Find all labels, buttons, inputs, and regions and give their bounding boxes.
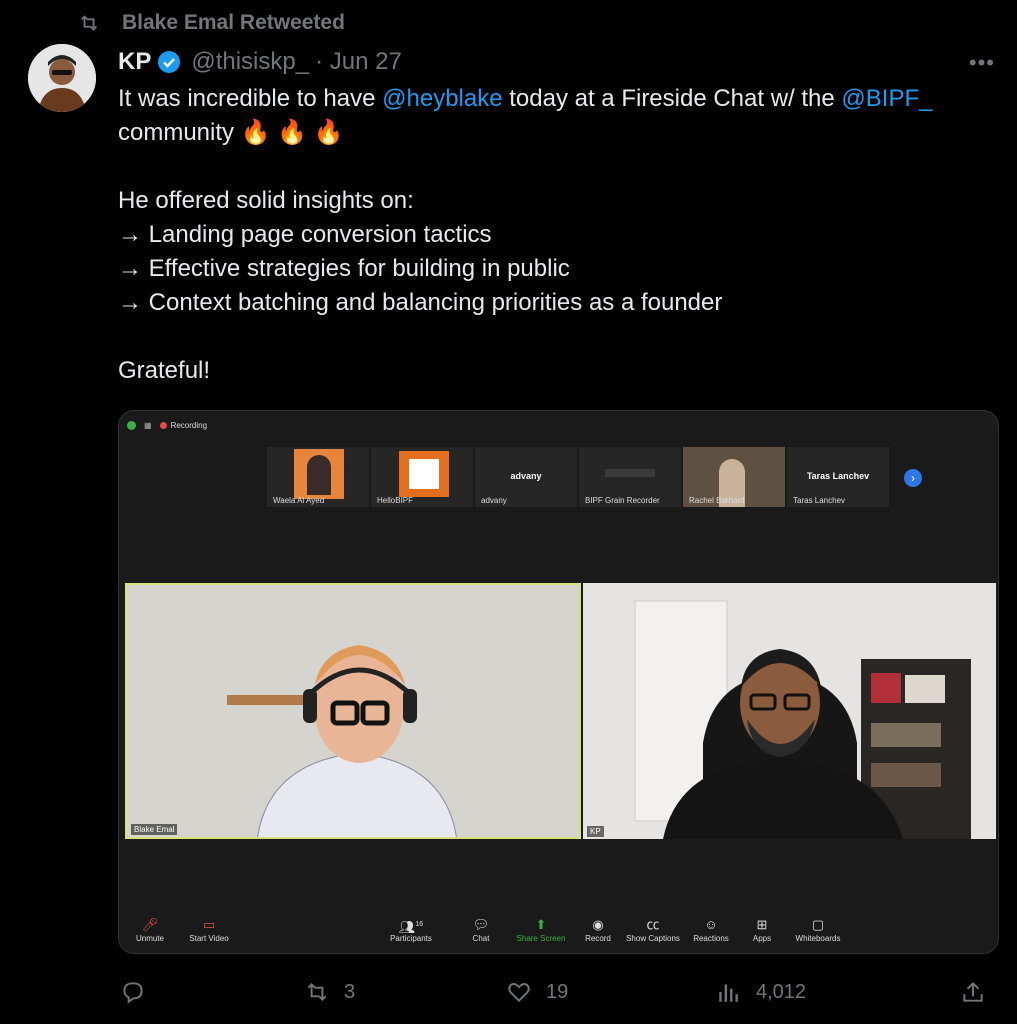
tweet-text-segment: It was incredible to have (118, 85, 383, 112)
reactions-button[interactable]: ☺ Reactions (689, 916, 733, 943)
next-page-icon[interactable]: › (904, 469, 922, 487)
participant-title: advany (510, 471, 542, 481)
grid-icon: ▦ (144, 420, 152, 430)
speaker-name: Blake Emal (131, 824, 178, 835)
toolbar-label: Record (585, 934, 611, 943)
retweet-label: Blake Emal Retweeted (122, 11, 345, 34)
tweet-bullet: → Landing page conversion tactics (118, 221, 492, 248)
reply-icon (123, 982, 143, 1004)
whiteboards-button[interactable]: ▢ Whiteboards (793, 916, 843, 943)
toolbar-label: Start Video (189, 934, 229, 943)
chat-button[interactable]: 💬︎ Chat (467, 916, 495, 943)
participant-thumb: advany advany (475, 447, 577, 507)
share-icon (963, 981, 983, 1002)
verified-badge-icon (158, 51, 181, 73)
participants-count: 16 (415, 921, 424, 928)
participant-name: Waela Al Ayed (273, 496, 325, 505)
tweet-bullet: → Effective strategies for building in p… (118, 255, 570, 282)
author-name[interactable]: KP (118, 48, 151, 76)
retweet-icon (81, 15, 97, 31)
tweet-date[interactable]: · Jun 27 (315, 48, 402, 76)
participant-title: Taras Lanchev (806, 471, 870, 481)
zoom-top-bar: ▦ Recording (127, 417, 207, 433)
captions-icon: ㏄ (646, 917, 660, 932)
toolbar-label: Whiteboards (795, 934, 841, 943)
tweet-line: Grateful! (118, 357, 211, 384)
analytics-icon (719, 984, 738, 1002)
tweet-text-segment: today at a Fireside Chat w/ the (502, 85, 842, 112)
video-tile-left: Blake Emal (125, 583, 581, 839)
recording-label: Recording (170, 420, 208, 430)
participant-thumb: HelloBIPF (371, 447, 473, 507)
mention-link[interactable]: @BIPF_ (841, 85, 932, 112)
record-button[interactable]: ◉ Record (581, 916, 615, 943)
participants-icon: 👥︎ (398, 919, 416, 935)
tweet-line: community 🔥 🔥 🔥 (118, 119, 344, 146)
participant-thumb: Taras Lanchev Taras Lanchev (787, 447, 889, 507)
toolbar-label: Unmute (135, 934, 164, 943)
video-off-icon: ▭ (202, 917, 216, 932)
participant-thumb: Waela Al Ayed (267, 447, 369, 507)
video-tile-right: KP (583, 583, 996, 839)
tweet-bullet: → Context batching and balancing priorit… (118, 289, 723, 316)
like-button[interactable]: 19 (506, 976, 568, 1008)
author-handle[interactable]: @thisiskp_ (191, 48, 309, 76)
toolbar-label: Chat (472, 934, 490, 943)
retweet-icon (307, 983, 327, 1001)
tweet-header: KP @thisiskp_ · Jun 27 (118, 44, 402, 80)
apps-icon: ⊞ (756, 917, 768, 932)
participant-name: advany (481, 496, 507, 505)
participant-name: BIPF Grain Recorder (585, 496, 660, 505)
like-count: 19 (546, 980, 569, 1003)
share-screen-icon: ⬆ (535, 917, 547, 932)
unmute-button[interactable]: 🎤︎ Unmute (133, 916, 167, 943)
tweet-body: It was incredible to have @heyblake toda… (118, 82, 998, 388)
shield-icon (127, 420, 136, 430)
toolbar-label: Share Screen (516, 934, 566, 943)
mic-muted-icon: 🎤︎ (141, 917, 159, 932)
participant-thumb: Rachel Barnard (683, 447, 785, 507)
more-options-icon[interactable]: ••• (969, 50, 995, 76)
tweet-line: He offered solid insights on: (118, 187, 414, 214)
reply-button[interactable] (120, 976, 146, 1008)
share-button[interactable] (960, 976, 986, 1008)
views-button[interactable]: 4,012 (716, 976, 806, 1008)
retweet-count: 3 (344, 980, 356, 1003)
toolbar-label: Show Captions (626, 934, 680, 943)
apps-button[interactable]: ⊞ Apps (749, 916, 775, 943)
participant-thumb: BIPF Grain Recorder (579, 447, 681, 507)
toolbar-label: Apps (752, 934, 772, 943)
avatar[interactable] (28, 44, 96, 112)
speaker-name: KP (587, 826, 604, 837)
participant-name: Rachel Barnard (689, 496, 745, 505)
retweet-button[interactable]: 3 (304, 976, 355, 1008)
participant-name: Taras Lanchev (793, 496, 846, 505)
chat-icon: 💬︎ (472, 917, 490, 932)
tweet-media-image[interactable]: ▦ Recording Waela Al Ayed HelloBIPF adva… (118, 410, 999, 954)
view-count: 4,012 (756, 980, 807, 1003)
participants-button[interactable]: 👥︎16 Participants (387, 916, 435, 943)
reactions-icon: ☺ (704, 917, 718, 932)
heart-icon (508, 983, 530, 1003)
retweet-indicator[interactable]: Blake Emal Retweeted (78, 8, 345, 38)
record-dot-icon (159, 421, 167, 429)
share-screen-button[interactable]: ⬆ Share Screen (515, 916, 567, 943)
show-captions-button[interactable]: ㏄ Show Captions (625, 916, 681, 943)
toolbar-label: Reactions (693, 934, 729, 943)
record-icon: ◉ (592, 917, 604, 932)
start-video-button[interactable]: ▭ Start Video (187, 916, 231, 943)
whiteboard-icon: ▢ (811, 917, 825, 932)
participant-name: HelloBIPF (377, 496, 414, 505)
mention-link[interactable]: @heyblake (382, 85, 502, 112)
toolbar-label: Participants (390, 934, 432, 943)
